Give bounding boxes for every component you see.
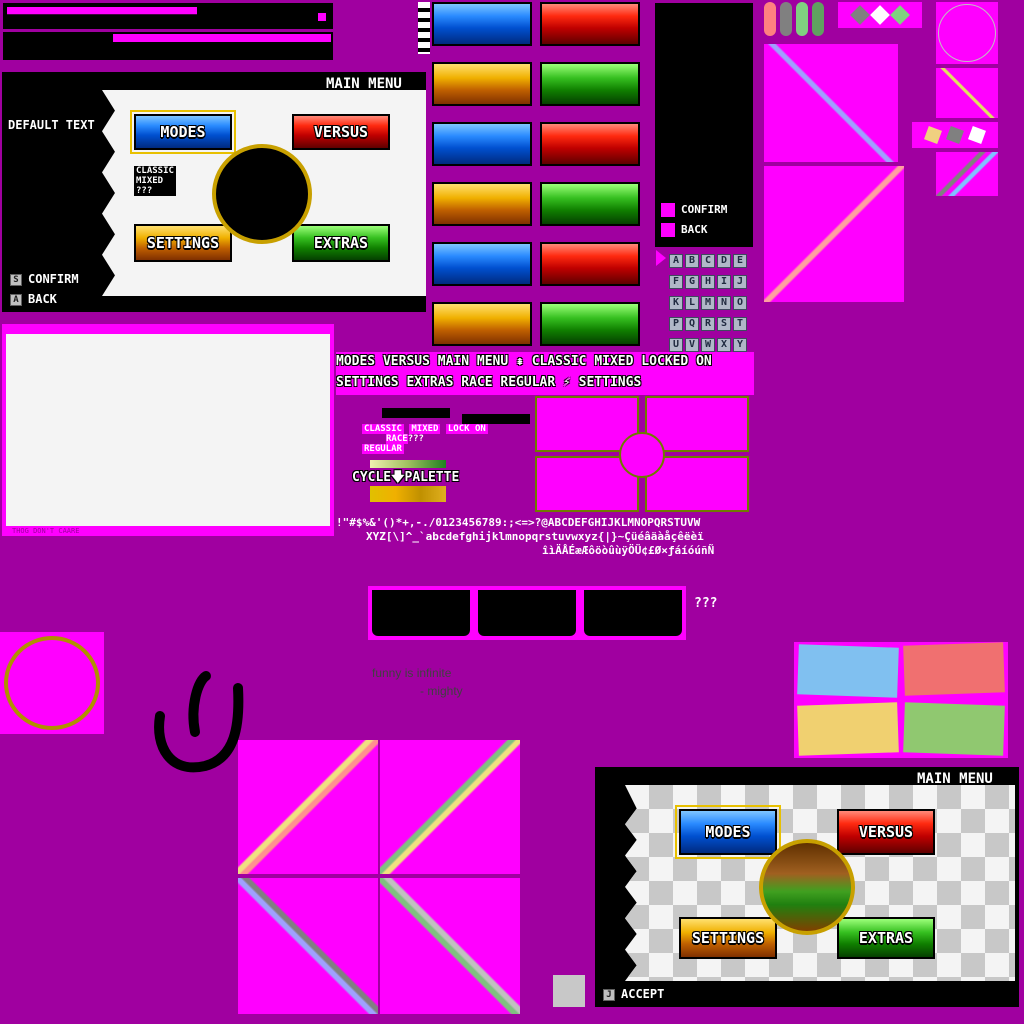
- letter-key: B: [685, 254, 699, 268]
- arrow-icons: [418, 2, 430, 54]
- side-back: BACK: [661, 223, 708, 237]
- preview-ring: [212, 144, 312, 244]
- letter-key: E: [733, 254, 747, 268]
- modes-button[interactable]: MODES: [130, 110, 236, 154]
- letter-key: S: [717, 317, 731, 331]
- diamond-icons-2: [912, 122, 998, 148]
- letter-key: T: [733, 317, 747, 331]
- stair-tile-large-1: [238, 740, 378, 874]
- accept-hint: J ACCEPT: [603, 987, 664, 1001]
- submode-list[interactable]: CLASSIC MIXED ???: [134, 166, 176, 196]
- a-key-icon: A: [10, 293, 22, 306]
- slider-bar-2: [462, 414, 530, 424]
- letter-key: A: [669, 254, 683, 268]
- letter-key: W: [701, 338, 715, 352]
- stair-tile-3: [936, 68, 998, 118]
- preview-modes-button[interactable]: MODES: [675, 805, 781, 859]
- letter-key: M: [701, 296, 715, 310]
- letter-key: O: [733, 296, 747, 310]
- button-tile-grid: [432, 2, 644, 350]
- font-row-1: !"#$%&'()*+,-./0123456789:;<=>?@ABCDEFGH…: [336, 516, 701, 529]
- stair-tile-2: [764, 166, 904, 302]
- back-hint: A BACK: [10, 292, 57, 306]
- letter-key: I: [717, 275, 731, 289]
- confirm-label: CONFIRM: [28, 272, 79, 286]
- preview-extras-button[interactable]: EXTRAS: [837, 917, 935, 959]
- tab-strip: [368, 586, 686, 640]
- side-confirm: CONFIRM: [661, 203, 727, 217]
- s-key-icon: S: [10, 273, 22, 286]
- letter-key: Y: [733, 338, 747, 352]
- palette-strip-1: [370, 460, 446, 468]
- note-line-2: - mighty: [420, 684, 463, 698]
- grey-square: [553, 975, 585, 1007]
- settings-button[interactable]: SETTINGS: [134, 224, 232, 262]
- stair-tile-large-4: [380, 878, 520, 1014]
- palette-strip-2: [370, 486, 446, 502]
- font-row-2: XYZ[\]^_`abcdefghijklmnopqrstuvwxyz{|}~Ç…: [366, 530, 704, 543]
- top-bar-1: [3, 3, 333, 29]
- circle-tile: [936, 2, 998, 64]
- stair-tile-large-3: [238, 878, 378, 1014]
- zone-preview-image: [759, 839, 855, 935]
- font-row-3: îìÄÅÉæÆôöòûùÿÖÜ¢£Ø×ƒáíóúñÑ: [542, 544, 715, 557]
- color-pills: [764, 2, 836, 40]
- main-menu-panel: MAIN MENU DEFAULT TEXT MODES VERSUS SETT…: [2, 72, 426, 312]
- submode-classic[interactable]: CLASSIC: [136, 166, 174, 176]
- confirm-hint: S CONFIRM: [10, 272, 79, 286]
- ring-tile: [0, 632, 104, 734]
- diamond-icons: [838, 2, 922, 28]
- letter-key: D: [717, 254, 731, 268]
- main-menu-title: MAIN MENU: [326, 76, 402, 92]
- letter-key: H: [701, 275, 715, 289]
- letter-key: F: [669, 275, 683, 289]
- letter-key: L: [685, 296, 699, 310]
- small-labels: CLASSIC MIXED LOCK ON RACE??? REGULAR: [362, 424, 488, 454]
- letter-key: J: [733, 275, 747, 289]
- letter-key: V: [685, 338, 699, 352]
- j-key-icon: J: [603, 988, 615, 1001]
- text-strip-1: MODES VERSUS MAIN MENU ⇞ CLASSIC MIXED L…: [336, 352, 754, 374]
- blank-panel-frame: THOG DON'T CAARE: [2, 324, 334, 536]
- back-label: BACK: [28, 292, 57, 306]
- top-bar-2: [3, 32, 333, 60]
- letter-key: P: [669, 317, 683, 331]
- dot-trails: [936, 152, 998, 196]
- preview-menu-title: MAIN MENU: [917, 771, 993, 787]
- default-text: DEFAULT TEXT: [8, 118, 95, 132]
- letter-key: Q: [685, 317, 699, 331]
- letter-key: N: [717, 296, 731, 310]
- extras-button[interactable]: EXTRAS: [292, 224, 390, 262]
- submode-mixed[interactable]: MIXED: [136, 176, 174, 186]
- hand-doodle-icon: [154, 671, 244, 773]
- text-strip-2: SETTINGS EXTRAS RACE REGULAR ⚡ SETTINGS: [336, 373, 754, 395]
- stair-tile-1: [764, 44, 898, 162]
- confirm-square-icon: [661, 203, 675, 217]
- side-panel: CONFIRM BACK: [655, 3, 753, 247]
- letter-key: C: [701, 254, 715, 268]
- letter-key: U: [669, 338, 683, 352]
- cursor-arrow-icon: [656, 250, 666, 266]
- stair-tile-large-2: [380, 740, 520, 874]
- color-cards: [794, 642, 1008, 758]
- panel-caption: THOG DON'T CAARE: [12, 527, 80, 535]
- letter-key: X: [717, 338, 731, 352]
- letter-key: K: [669, 296, 683, 310]
- versus-button[interactable]: VERSUS: [292, 114, 390, 150]
- note-line-1: funny is infinite: [372, 666, 452, 680]
- frame-grid: [535, 396, 751, 514]
- letter-key: R: [701, 317, 715, 331]
- submode-unknown[interactable]: ???: [136, 186, 174, 196]
- preview-versus-button[interactable]: VERSUS: [837, 809, 935, 855]
- question-marks: ???: [694, 596, 718, 611]
- preview-settings-button[interactable]: SETTINGS: [679, 917, 777, 959]
- back-square-icon: [661, 223, 675, 237]
- preview-menu-panel: MAIN MENU MODES VERSUS SETTINGS EXTRAS J…: [595, 767, 1019, 1007]
- letter-key: G: [685, 275, 699, 289]
- slider-bar-1: [382, 408, 450, 418]
- accept-label: ACCEPT: [621, 987, 665, 1001]
